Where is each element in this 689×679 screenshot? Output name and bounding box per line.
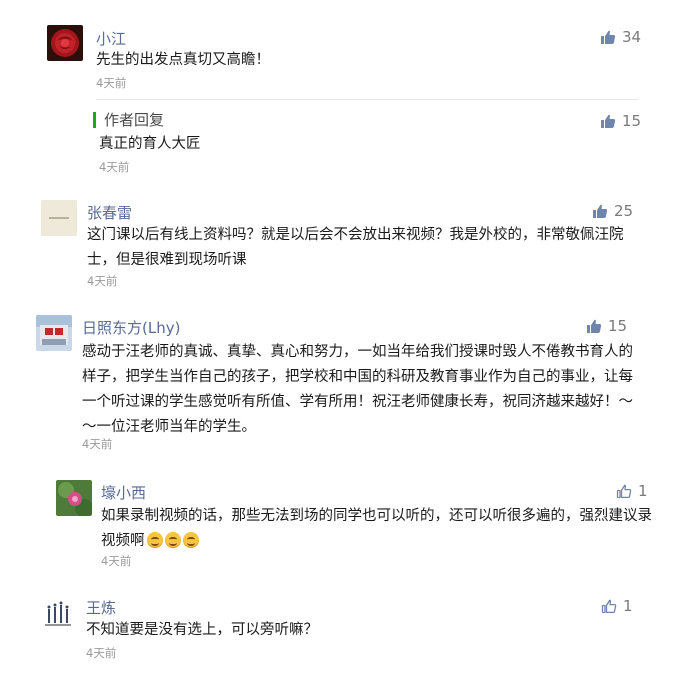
comment-item: 壕小西 1 如果录制视频的话，那些无法到场的同学也可以听的，还可以听很多遍的，强… <box>0 470 689 580</box>
thumbs-up-outline-icon <box>616 483 632 499</box>
commenter-name[interactable]: 张春雷 <box>87 202 132 223</box>
author-reply-label: 作者回复 <box>93 112 164 128</box>
like-button[interactable]: 15 <box>600 112 641 130</box>
avatar[interactable] <box>36 315 72 351</box>
reply-divider <box>96 99 638 100</box>
commenter-name[interactable]: 日照东方(Lhy) <box>82 317 180 338</box>
commenter-name[interactable]: 壕小西 <box>101 482 146 503</box>
avatar[interactable] <box>40 595 76 631</box>
comment-time: 4天前 <box>82 437 113 451</box>
comment-text: 如果录制视频的话，那些无法到场的同学也可以听的，还可以听很多遍的，强烈建议录视频… <box>101 504 661 554</box>
comment-time: 4天前 <box>101 554 132 568</box>
comment-item: 张春雷 25 这门课以后有线上资料吗？就是以后会不会放出来视频？我是外校的，非常… <box>0 190 689 300</box>
like-button[interactable]: 25 <box>592 202 633 220</box>
smile-emoji-icon <box>146 532 163 548</box>
avatar[interactable] <box>41 200 77 236</box>
like-button[interactable]: 1 <box>601 597 633 615</box>
thumbs-up-outline-icon <box>601 598 617 614</box>
commenter-name[interactable]: 王炼 <box>86 597 116 618</box>
comment-time: 4天前 <box>87 274 118 288</box>
smile-emoji-icon <box>164 532 181 548</box>
comment-text: 不知道要是没有选上，可以旁听嘛？ <box>86 622 318 638</box>
thumbs-up-icon <box>586 318 602 334</box>
comment-item: 小江 34 先生的出发点真切又高瞻！ 4天前 作者回复 15 真正的育人大匠 4… <box>0 0 689 180</box>
like-count: 1 <box>638 482 648 500</box>
like-count: 15 <box>608 317 628 335</box>
thumbs-up-icon <box>592 203 608 219</box>
avatar[interactable] <box>47 25 83 61</box>
like-button[interactable]: 1 <box>616 482 648 500</box>
thumbs-up-icon <box>600 29 616 45</box>
like-count: 25 <box>614 202 634 220</box>
comment-item: 王炼 1 不知道要是没有选上，可以旁听嘛？ 4天前 <box>0 585 689 679</box>
comment-text: 感动于汪老师的真诚、真挚、真心和努力，一如当年给我们授课时毁人不倦教书育人的样子… <box>82 344 633 435</box>
comment-time: 4天前 <box>86 646 117 660</box>
like-count: 1 <box>623 597 633 615</box>
thumbs-up-icon <box>600 113 616 129</box>
commenter-name[interactable]: 小江 <box>96 28 126 49</box>
reply-text: 真正的育人大匠 <box>99 136 201 152</box>
comment-text: 这门课以后有线上资料吗？就是以后会不会放出来视频？我是外校的，非常敬佩汪院士，但… <box>87 227 624 268</box>
like-count: 15 <box>622 112 642 130</box>
comment-item: 日照东方(Lhy) 15 感动于汪老师的真诚、真挚、真心和努力，一如当年给我们授… <box>0 305 689 465</box>
comment-time: 4天前 <box>96 76 127 90</box>
smile-emoji-icon <box>182 532 199 548</box>
like-button[interactable]: 34 <box>600 28 641 46</box>
comment-text: 先生的出发点真切又高瞻！ <box>96 52 270 68</box>
like-count: 34 <box>622 28 642 46</box>
avatar[interactable] <box>56 480 92 516</box>
like-button[interactable]: 15 <box>586 317 627 335</box>
reply-time: 4天前 <box>99 160 130 174</box>
